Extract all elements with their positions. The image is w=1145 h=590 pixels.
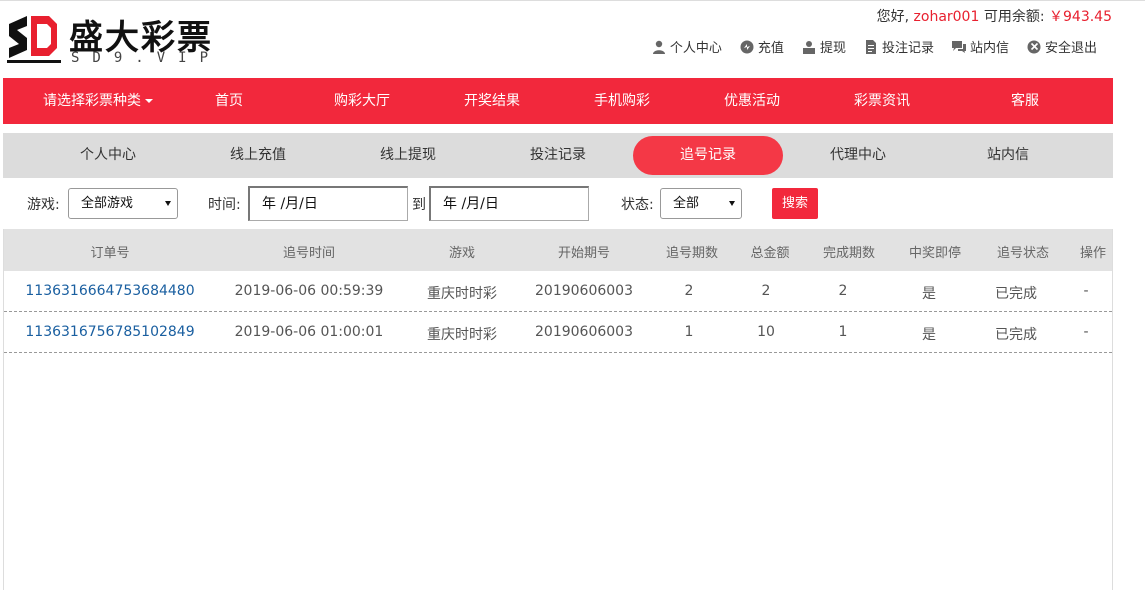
username[interactable]: zohar001: [914, 9, 980, 25]
main-nav: 请选择彩票种类 首页 购彩大厅 开奖结果 手机购彩 优惠活动 彩票资讯 客服: [3, 78, 1113, 124]
cell-completed-periods: 2: [838, 283, 848, 299]
link-messages[interactable]: 站内信: [951, 37, 1009, 56]
cell-total-amount: 2: [761, 283, 771, 299]
date-from-input[interactable]: 年 /月/日: [248, 186, 408, 221]
nav-label: 请选择彩票种类: [43, 93, 141, 109]
link-label: 投注记录: [881, 41, 934, 56]
cell-game: 重庆时时彩: [427, 327, 497, 343]
cell-action: -: [1083, 324, 1089, 340]
link-label: 个人中心: [669, 41, 722, 56]
game-label: 游戏:: [27, 197, 60, 213]
col-start-issue: 开始期号: [557, 246, 610, 261]
user-icon: [652, 40, 665, 54]
cell-action: -: [1083, 283, 1089, 299]
table-row: 1136316664753684480 2019-06-06 00:59:39 …: [4, 271, 1112, 312]
cell-chase-time: 2019-06-06 01:00:01: [234, 324, 384, 340]
chase-record-table: 订单号 追号时间 游戏 开始期号 追号期数 总金额 完成期数 中奖即停 追号状态…: [3, 229, 1113, 590]
tab-bet-record[interactable]: 投注记录: [508, 136, 608, 175]
nav-lottery-select[interactable]: 请选择彩票种类: [3, 78, 193, 124]
greeting-text: 您好,: [876, 9, 910, 25]
link-label: 安全退出: [1044, 41, 1097, 56]
time-label: 时间:: [208, 197, 241, 213]
order-number-link[interactable]: 1136316756785102849: [14, 324, 206, 340]
message-icon: [951, 40, 966, 53]
search-button[interactable]: 搜索: [772, 188, 818, 219]
date-to-label: 到: [412, 197, 426, 213]
link-label: 提现: [819, 41, 846, 56]
link-label: 站内信: [969, 41, 1009, 56]
logo-icon: [7, 16, 61, 63]
link-logout[interactable]: 安全退出: [1027, 37, 1097, 56]
cell-start-issue: 20190606003: [535, 283, 633, 299]
nav-mobile[interactable]: 手机购彩: [557, 78, 687, 124]
cell-chase-time: 2019-06-06 00:59:39: [234, 283, 384, 299]
col-chase-time: 追号时间: [282, 246, 335, 261]
tab-agent-center[interactable]: 代理中心: [808, 136, 908, 175]
nav-news[interactable]: 彩票资讯: [817, 78, 947, 124]
cell-completed-periods: 1: [838, 324, 848, 340]
tab-online-withdraw[interactable]: 线上提现: [358, 136, 458, 175]
cell-total-amount: 10: [757, 324, 775, 340]
nav-customer-service[interactable]: 客服: [960, 78, 1090, 124]
col-total-amount: 总金额: [750, 246, 790, 261]
recharge-icon: [740, 40, 754, 53]
cell-chase-status: 已完成: [995, 286, 1037, 302]
status-label: 状态:: [621, 197, 654, 213]
balance-label: 可用余额:: [983, 9, 1045, 25]
cell-game: 重庆时时彩: [427, 286, 497, 302]
col-stop-on-win: 中奖即停: [908, 246, 961, 261]
cell-stop-on-win: 是: [922, 327, 936, 343]
logo[interactable]: 盛大彩票 SD9.VIP: [5, 8, 235, 68]
status-select-value: 全部: [673, 196, 700, 211]
brand-subtitle: SD9.VIP: [71, 50, 222, 66]
balance-value: ￥943.45: [1049, 9, 1112, 25]
dropdown-arrow-icon: [729, 201, 735, 206]
col-chase-status: 追号状态: [996, 246, 1049, 261]
col-action: 操作: [1079, 246, 1106, 261]
tab-personal-center[interactable]: 个人中心: [58, 136, 158, 175]
table-row: 1136316756785102849 2019-06-06 01:00:01 …: [4, 312, 1112, 353]
withdraw-icon: [802, 40, 815, 54]
link-personal-center[interactable]: 个人中心: [652, 37, 722, 56]
game-select[interactable]: 全部游戏: [68, 188, 178, 219]
col-order-no: 订单号: [90, 246, 130, 261]
cell-chase-periods: 1: [684, 324, 694, 340]
user-greeting: 您好, zohar001 可用余额: ￥943.45: [877, 6, 1112, 26]
bet-record-icon: [865, 39, 876, 54]
cell-stop-on-win: 是: [922, 286, 936, 302]
link-label: 充值: [757, 41, 784, 56]
nav-draw-results[interactable]: 开奖结果: [427, 78, 557, 124]
logout-icon: [1027, 40, 1041, 53]
col-game: 游戏: [448, 246, 475, 261]
tab-messages[interactable]: 站内信: [958, 136, 1058, 175]
user-links: 个人中心 充值 提现 投注记录 站内信 安全退出: [652, 37, 1097, 56]
nav-promotions[interactable]: 优惠活动: [687, 78, 817, 124]
account-tabs: 个人中心 线上充值 线上提现 投注记录 追号记录 代理中心 站内信: [3, 133, 1113, 178]
link-recharge[interactable]: 充值: [740, 37, 784, 56]
date-to-input[interactable]: 年 /月/日: [429, 186, 589, 221]
filter-bar: 游戏: 全部游戏 时间: 年 /月/日 到 年 /月/日 状态: 全部 搜索: [0, 184, 1113, 224]
tab-chase-record[interactable]: 追号记录: [633, 136, 783, 175]
nav-home[interactable]: 首页: [193, 78, 265, 124]
cell-start-issue: 20190606003: [535, 324, 633, 340]
col-chase-periods: 追号期数: [665, 246, 718, 261]
cell-chase-status: 已完成: [995, 327, 1037, 343]
dropdown-arrow-icon: [165, 201, 171, 206]
nav-lottery-hall[interactable]: 购彩大厅: [297, 78, 427, 124]
top-border: [0, 0, 1145, 1]
order-number-link[interactable]: 1136316664753684480: [14, 283, 206, 299]
col-completed-periods: 完成期数: [822, 246, 875, 261]
link-withdraw[interactable]: 提现: [802, 37, 846, 56]
link-bet-record[interactable]: 投注记录: [864, 37, 934, 56]
caret-down-icon: [145, 99, 153, 103]
game-select-value: 全部游戏: [81, 196, 134, 211]
status-select[interactable]: 全部: [660, 188, 742, 219]
table-header: 订单号 追号时间 游戏 开始期号 追号期数 总金额 完成期数 中奖即停 追号状态…: [4, 229, 1112, 271]
tab-online-recharge[interactable]: 线上充值: [208, 136, 308, 175]
cell-chase-periods: 2: [684, 283, 694, 299]
